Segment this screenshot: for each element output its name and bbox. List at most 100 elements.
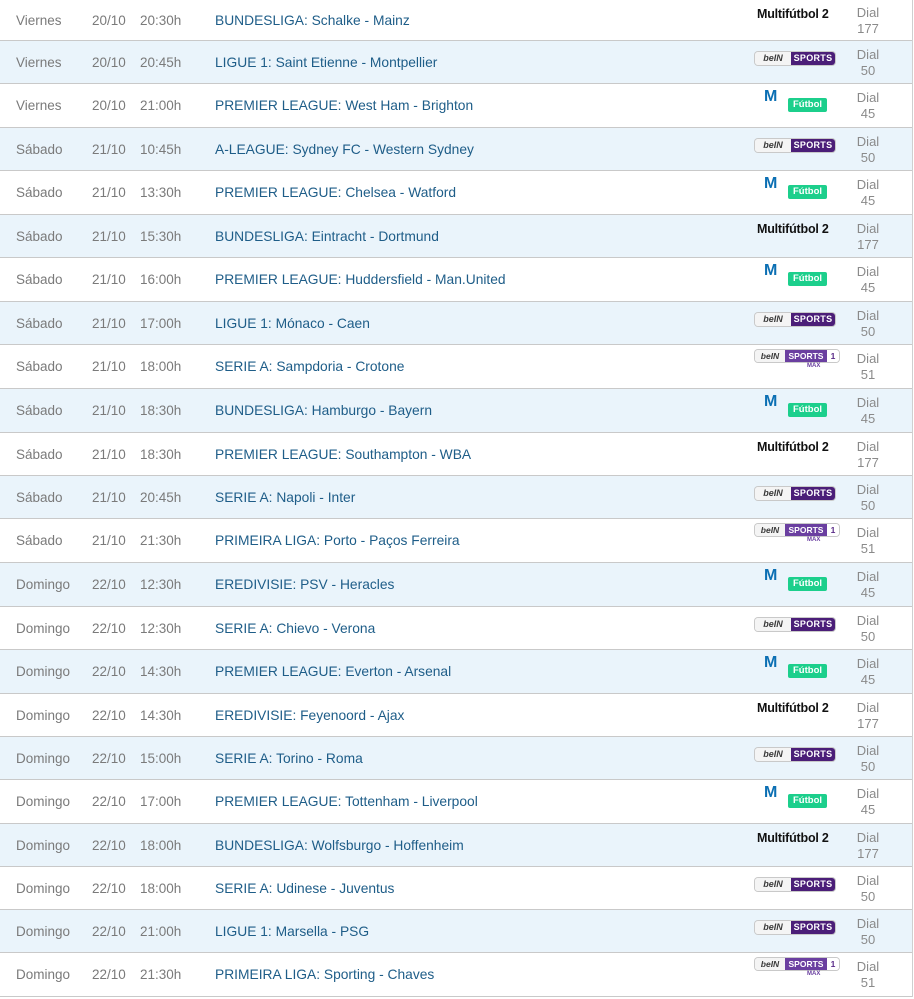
multifutbol-2-label: Multifútbol 2 [757, 831, 829, 845]
day-cell: Sábado [16, 359, 63, 374]
movistar-futbol-logo: M Fútbol [752, 174, 842, 208]
day-cell: Sábado [16, 185, 63, 200]
match-link[interactable]: PREMIER LEAGUE: Huddersfield - Man.Unite… [215, 272, 506, 287]
schedule-row: Sábado 21/10 21:30h PRIMEIRA LIGA: Porto - … [0, 519, 912, 563]
match-link[interactable]: PREMIER LEAGUE: Southampton - WBA [215, 447, 471, 462]
dial-number: 177 [857, 455, 879, 470]
match-link[interactable]: EREDIVISIE: Feyenoord - Ajax [215, 708, 404, 723]
dial-number: 50 [860, 150, 876, 165]
day-cell: Sábado [16, 142, 63, 157]
bein-sports-logo: beIN SPORTS [752, 44, 842, 78]
dial-label: Dial [856, 482, 880, 497]
dial-label: Dial [856, 351, 880, 366]
futbol-label: Fútbol [788, 794, 828, 808]
multifutbol-2-label: Multifútbol 2 [757, 222, 829, 236]
match-link[interactable]: PREMIER LEAGUE: Everton - Arsenal [215, 664, 451, 679]
dial-label: Dial [856, 264, 880, 279]
time-cell: 10:45h [140, 142, 182, 157]
bein-sports-logo: beIN SPORTS [752, 740, 842, 774]
match-link[interactable]: A-LEAGUE: Sydney FC - Western Sydney [215, 142, 474, 157]
date-cell: 21/10 [92, 447, 126, 462]
dial-cell: Dial 177 [850, 221, 886, 253]
multifutbol-2-logo: Multifútbol 2 [752, 697, 842, 731]
multifutbol-2-logo: Multifútbol 2 [752, 436, 842, 470]
dial-cell: Dial 45 [850, 177, 886, 209]
dial-label: Dial [856, 177, 880, 192]
dial-number: 177 [857, 21, 879, 36]
match-link[interactable]: LIGUE 1: Mónaco - Caen [215, 316, 370, 331]
match-link[interactable]: PREMIER LEAGUE: Tottenham - Liverpool [215, 794, 478, 809]
time-cell: 21:00h [140, 924, 182, 939]
match-link[interactable]: SERIE A: Chievo - Verona [215, 621, 375, 636]
schedule-row: Domingo 22/10 18:00h BUNDESLIGA: Wolfsburgo… [0, 824, 912, 867]
futbol-label: Fútbol [788, 185, 828, 199]
bein-label: beIN [755, 350, 785, 362]
match-link[interactable]: PREMIER LEAGUE: West Ham - Brighton [215, 98, 473, 113]
schedule-row: Viernes 20/10 20:45h LIGUE 1: Saint Etienne… [0, 41, 912, 84]
date-cell: 21/10 [92, 490, 126, 505]
dial-number: 45 [860, 585, 876, 600]
schedule-row: Sábado 21/10 15:30h BUNDESLIGA: Eintracht -… [0, 215, 912, 258]
bein-sports-max-1-logo: beIN SPORTS 1 MAX [752, 348, 842, 382]
match-link[interactable]: EREDIVISIE: PSV - Heracles [215, 577, 394, 592]
dial-cell: Dial 50 [850, 134, 886, 166]
match-link[interactable]: PRIMEIRA LIGA: Porto - Paços Ferreira [215, 533, 460, 548]
match-link[interactable]: BUNDESLIGA: Eintracht - Dortmund [215, 229, 439, 244]
match-link[interactable]: PRIMEIRA LIGA: Sporting - Chaves [215, 967, 434, 982]
bein-label: beIN [755, 487, 791, 500]
sports-label: SPORTS [791, 748, 835, 761]
movistar-futbol-badge: M Fútbol [764, 393, 850, 424]
dial-cell: Dial 45 [850, 656, 886, 688]
match-link[interactable]: BUNDESLIGA: Hamburgo - Bayern [215, 403, 432, 418]
match-link[interactable]: SERIE A: Sampdoria - Crotone [215, 359, 404, 374]
bein-sports-badge: beIN SPORTS [755, 313, 835, 326]
schedule-row: Domingo 22/10 15:00h SERIE A: Torino - Roma… [0, 737, 912, 780]
bein-sports-logo: beIN SPORTS [752, 479, 842, 513]
day-cell: Sábado [16, 229, 63, 244]
tv-schedule-table: Viernes 20/10 20:30h BUNDESLIGA: Schalke - … [0, 0, 913, 997]
movistar-m-icon: M [764, 88, 778, 105]
date-cell: 22/10 [92, 664, 126, 679]
dial-label: Dial [856, 656, 880, 671]
time-cell: 20:30h [140, 13, 182, 28]
date-cell: 21/10 [92, 316, 126, 331]
sports-label: SPORTS [785, 958, 827, 970]
day-cell: Domingo [16, 881, 71, 896]
match-link[interactable]: SERIE A: Torino - Roma [215, 751, 363, 766]
time-cell: 13:30h [140, 185, 182, 200]
dial-number: 51 [860, 975, 876, 990]
bein-label: beIN [755, 958, 785, 970]
movistar-futbol-badge: M Fútbol [764, 262, 850, 293]
dial-cell: Dial 50 [850, 916, 886, 948]
bein-label: beIN [755, 748, 791, 761]
movistar-futbol-logo: M Fútbol [752, 261, 842, 295]
multifutbol-2-label: Multifútbol 2 [757, 7, 829, 21]
movistar-futbol-logo: M Fútbol [752, 653, 842, 687]
day-cell: Sábado [16, 272, 63, 287]
match-link[interactable]: SERIE A: Udinese - Juventus [215, 881, 394, 896]
day-cell: Sábado [16, 490, 63, 505]
day-cell: Domingo [16, 708, 71, 723]
time-cell: 12:30h [140, 577, 182, 592]
time-cell: 21:00h [140, 98, 182, 113]
date-cell: 22/10 [92, 924, 126, 939]
time-cell: 21:30h [140, 967, 182, 982]
movistar-futbol-badge: M Fútbol [764, 175, 850, 206]
match-link[interactable]: PREMIER LEAGUE: Chelsea - Watford [215, 185, 456, 200]
bein-sports-max-badge: beIN SPORTS 1 MAX [755, 958, 841, 984]
match-link[interactable]: SERIE A: Napoli - Inter [215, 490, 355, 505]
dial-number: 50 [860, 63, 876, 78]
bein-sports-badge: beIN SPORTS [755, 748, 835, 761]
time-cell: 14:30h [140, 708, 182, 723]
time-cell: 17:00h [140, 316, 182, 331]
time-cell: 18:00h [140, 359, 182, 374]
day-cell: Sábado [16, 533, 63, 548]
match-link[interactable]: BUNDESLIGA: Schalke - Mainz [215, 13, 410, 28]
match-link[interactable]: LIGUE 1: Marsella - PSG [215, 924, 369, 939]
match-link[interactable]: BUNDESLIGA: Wolfsburgo - Hoffenheim [215, 838, 464, 853]
sports-label: SPORTS [785, 524, 827, 536]
bein-max-box: beIN SPORTS 1 [755, 958, 839, 970]
time-cell: 21:30h [140, 533, 182, 548]
bein-sports-logo: beIN SPORTS [752, 131, 842, 165]
match-link[interactable]: LIGUE 1: Saint Etienne - Montpellier [215, 55, 437, 70]
